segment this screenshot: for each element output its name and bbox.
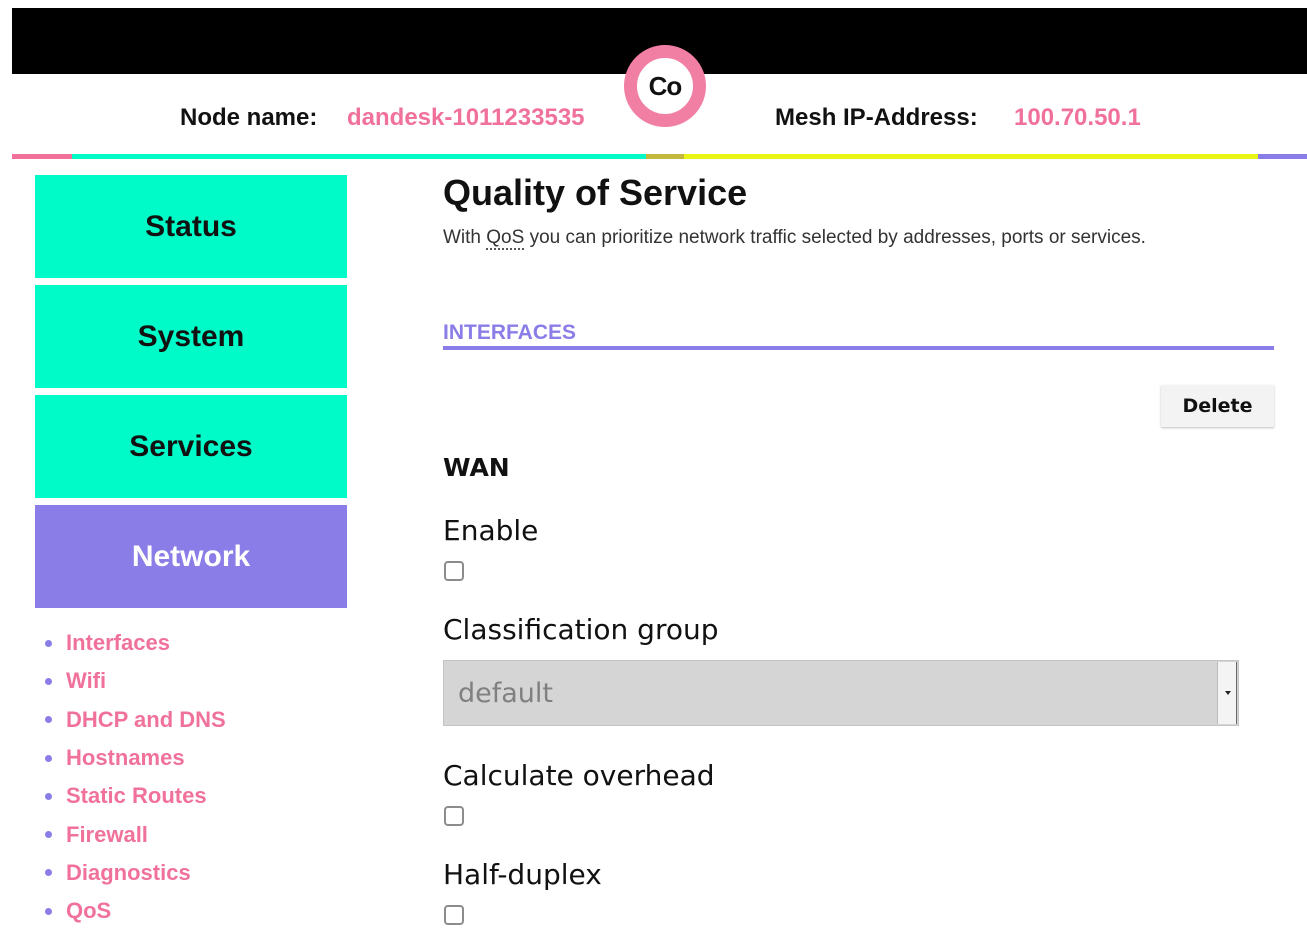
bullet-icon	[45, 907, 52, 915]
network-subnav: Interfaces Wifi DHCP and DNS Hostnames S…	[43, 624, 226, 930]
calculate-overhead-checkbox[interactable]	[444, 806, 464, 826]
description-suffix: you can prioritize network traffic selec…	[524, 227, 1146, 248]
subnav-item-diagnostics[interactable]: Diagnostics	[43, 854, 226, 892]
header-stripe-olive	[646, 154, 684, 159]
page-title: Quality of Service	[443, 172, 748, 213]
subnav-item-qos[interactable]: QoS	[43, 892, 226, 930]
subnav-item-label: QoS	[66, 898, 112, 924]
subnav-item-label: Static Routes	[66, 783, 207, 809]
subnav-item-hostnames[interactable]: Hostnames	[43, 739, 226, 777]
page-description: With QoS you can prioritize network traf…	[443, 227, 1146, 250]
subnav-item-label: Interfaces	[66, 630, 170, 656]
bullet-icon	[45, 639, 52, 647]
section-title-interfaces: INTERFACES	[443, 321, 577, 344]
subnav-item-wifi[interactable]: Wifi	[43, 662, 226, 700]
subnav-item-interfaces[interactable]: Interfaces	[43, 624, 226, 662]
subnav-item-label: Wifi	[66, 668, 107, 694]
header-stripe-yellow	[684, 154, 1258, 159]
node-name-label: Node name:	[180, 104, 318, 131]
logo[interactable]: Co	[624, 45, 706, 127]
enable-label: Enable	[443, 514, 539, 547]
header-stripe-purple	[1258, 154, 1307, 159]
nav-services-label: Services	[129, 429, 253, 463]
classification-group-label: Classification group	[443, 613, 719, 646]
bullet-icon	[45, 792, 52, 800]
header-stripe-pink	[12, 154, 72, 159]
description-prefix: With	[443, 227, 487, 248]
subnav-item-label: DHCP and DNS	[66, 706, 226, 732]
subnav-item-static-routes[interactable]: Static Routes	[43, 777, 226, 815]
logo-icon: Co	[648, 70, 683, 101]
dropdown-arrow-icon[interactable]	[1217, 662, 1237, 724]
classification-group-select[interactable]: default	[443, 660, 1239, 726]
classification-group-value: default	[458, 678, 554, 709]
delete-button[interactable]: Delete	[1161, 385, 1274, 427]
nav-status-label: Status	[145, 209, 237, 243]
interface-name: WAN	[443, 453, 510, 482]
nav-system-label: System	[137, 319, 245, 353]
nav-system-button[interactable]: System	[35, 285, 347, 388]
subnav-item-label: Diagnostics	[66, 859, 191, 885]
subnav-item-dhcp-dns[interactable]: DHCP and DNS	[43, 701, 226, 739]
half-duplex-label: Half-duplex	[443, 858, 602, 891]
header-stripe-teal	[72, 154, 646, 159]
bullet-icon	[45, 831, 52, 839]
calculate-overhead-label: Calculate overhead	[443, 759, 715, 792]
node-name-value: dandesk-1011233535	[347, 104, 585, 131]
subnav-item-label: Firewall	[66, 821, 148, 847]
bullet-icon	[45, 677, 52, 685]
subnav-item-firewall[interactable]: Firewall	[43, 815, 226, 853]
nav-services-button[interactable]: Services	[35, 395, 347, 498]
section-divider	[443, 346, 1274, 350]
enable-checkbox[interactable]	[444, 561, 464, 581]
subnav-item-label: Hostnames	[66, 745, 185, 771]
nav-network-label: Network	[131, 539, 251, 573]
bullet-icon	[45, 716, 52, 724]
qos-abbreviation: QoS	[486, 227, 525, 250]
half-duplex-checkbox[interactable]	[444, 905, 464, 925]
mesh-ip-value: 100.70.50.1	[1014, 104, 1141, 131]
bullet-icon	[45, 754, 52, 762]
nav-network-button[interactable]: Network	[35, 505, 347, 608]
nav-status-button[interactable]: Status	[35, 175, 347, 278]
mesh-ip-label: Mesh IP-Address:	[775, 104, 978, 131]
bullet-icon	[45, 869, 52, 877]
